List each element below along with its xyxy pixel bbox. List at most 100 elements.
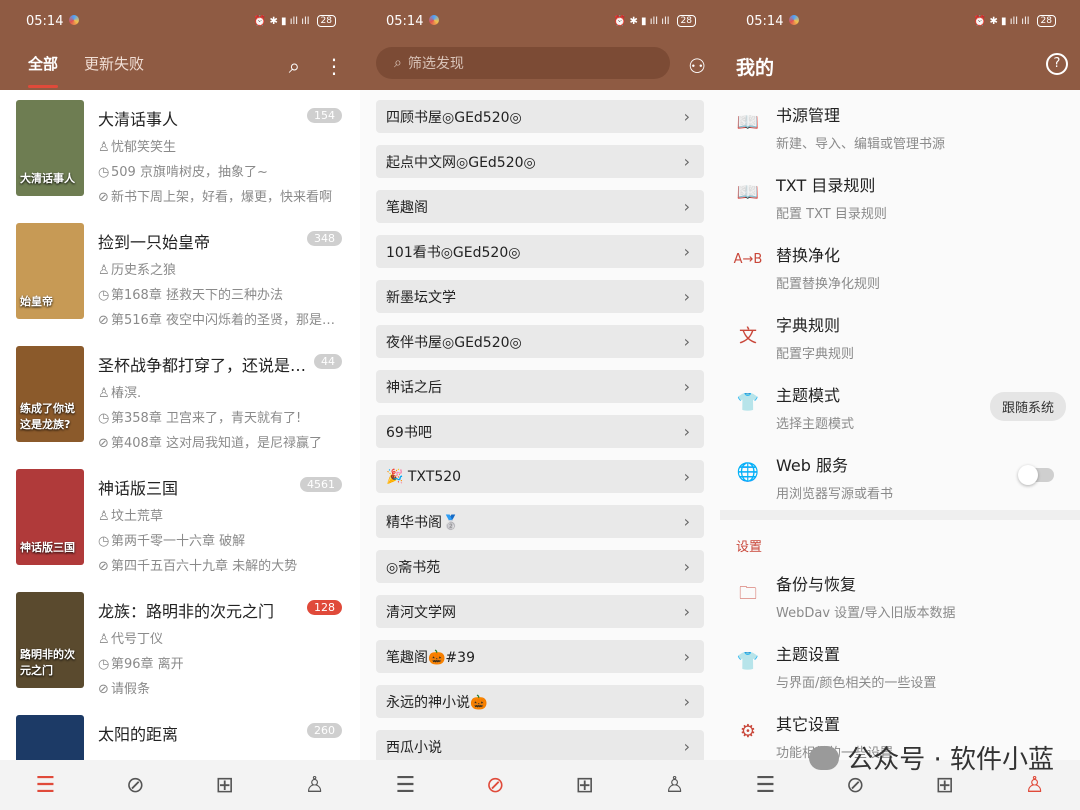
book-item[interactable]: 练成了你说这是龙族? 圣杯战争都打穿了，还说是… 44 ♙椿溟. ◷ 第358章 … — [0, 346, 360, 469]
profile-nav-icon[interactable]: ♙ — [305, 773, 325, 798]
chevron-right-icon: › — [683, 737, 690, 756]
web-service-toggle[interactable] — [1018, 465, 1054, 485]
compass-icon: ⊘ — [98, 313, 109, 328]
menu-item-theme-settings[interactable]: 👕 主题设置与界面/颜色相关的一些设置 — [720, 629, 1080, 699]
menu-item-backup[interactable]: 🗀 备份与恢复 WebDav 设置/导入旧版本数据 — [720, 559, 1080, 629]
source-item[interactable]: 笔趣阁🎃#39 › — [376, 640, 704, 673]
menu-item-title: TXT 目录规则 — [776, 176, 876, 195]
help-icon[interactable]: ? — [1046, 53, 1068, 75]
shirt-icon: 👕 — [736, 651, 760, 672]
book-item[interactable]: 路明非的次元之门 龙族：路明非的次元之门 128 ♙代号丁仪 ◷ 第96章 离开 … — [0, 592, 360, 715]
source-item[interactable]: 四顾书屋◎GEd520◎ › — [376, 100, 704, 133]
bookshelf-nav-icon[interactable]: ☰ — [35, 773, 55, 798]
source-item[interactable]: 西瓜小说 › — [376, 730, 704, 760]
menu-item-dict[interactable]: 文 字典规则 配置字典规则 — [720, 300, 1080, 370]
mine-list: 📖 书源管理 新建、导入、编辑或管理书源 📖 TXT 目录规则配置 TXT 目录规… — [720, 90, 1080, 761]
book-latest-chapter: ◷ 第358章 卫宫来了，青天就有了! — [98, 411, 302, 426]
menu-item-title: 字典规则 — [776, 316, 841, 335]
book-title: 神话版三国 — [98, 479, 179, 498]
source-item[interactable]: 神话之后 › — [376, 370, 704, 403]
menu-item-subtitle: 配置 TXT 目录规则 — [776, 207, 887, 222]
unread-badge: 128 — [307, 600, 342, 615]
tab-all[interactable]: 全部 — [28, 53, 59, 88]
rss-nav-icon[interactable]: ⊞ — [215, 773, 233, 798]
chevron-right-icon: › — [683, 692, 690, 711]
source-item[interactable]: 101看书◎GEd520◎ › — [376, 235, 704, 268]
book-item[interactable]: 神话版三国 神话版三国 4561 ♙坟土荒草 ◷ 第两千零一十六章 破解 ⊘ 第四千… — [0, 469, 360, 592]
book-latest-chapter: ◷ 第168章 拯救天下的三种办法 — [98, 288, 283, 303]
menu-item-subtitle: 与界面/颜色相关的一些设置 — [776, 676, 937, 691]
source-item[interactable]: 🎉 TXT520 › — [376, 460, 704, 493]
bottom-nav: ☰ ⊘ ⊞ ♙ — [360, 760, 720, 810]
discover-nav-icon[interactable]: ⊘ — [846, 773, 864, 798]
search-input[interactable]: ⌕ 筛选发现 — [376, 47, 670, 79]
discover-nav-icon[interactable]: ⊘ — [486, 773, 504, 798]
tab-update-failed[interactable]: 更新失败 — [84, 53, 144, 80]
menu-item-web-service[interactable]: 🌐 Web 服务用浏览器写源或看书 — [720, 440, 1080, 510]
book-title: 龙族：路明非的次元之门 — [98, 602, 275, 621]
menu-item-title: 备份与恢复 — [776, 575, 857, 594]
menu-item-title: Web 服务 — [776, 456, 848, 475]
menu-item-theme-mode[interactable]: 👕 主题模式 选择主题模式 跟随系统 — [720, 370, 1080, 440]
author-icon: ♙ — [98, 140, 110, 155]
unread-badge: 44 — [314, 354, 342, 369]
book-author: ♙历史系之狼 — [98, 263, 177, 278]
discover-nav-icon[interactable]: ⊘ — [126, 773, 144, 798]
menu-item-subtitle: 用浏览器写源或看书 — [776, 487, 894, 502]
search-icon[interactable]: ⌕ — [289, 54, 300, 78]
unread-badge: 260 — [307, 723, 342, 738]
chevron-right-icon: › — [683, 422, 690, 441]
folder-icon: 🗀 — [739, 583, 757, 604]
chevron-right-icon: › — [683, 197, 690, 216]
book-title: 太阳的距离 — [98, 725, 179, 744]
section-header-settings: 设置 — [736, 540, 763, 555]
profile-nav-icon[interactable]: ♙ — [1025, 773, 1045, 798]
source-item[interactable]: 新墨坛文学 › — [376, 280, 704, 313]
app-icon — [69, 14, 80, 25]
bookshelf-nav-icon[interactable]: ☰ — [395, 773, 415, 798]
source-item[interactable]: 精华书阁🥈 › — [376, 505, 704, 538]
source-item[interactable]: 笔趣阁 › — [376, 190, 704, 223]
book-item[interactable]: 始皇帝 捡到一只始皇帝 348 ♙历史系之狼 ◷ 第168章 拯救天下的三种办法 … — [0, 223, 360, 346]
compass-icon: ⊘ — [98, 436, 109, 451]
more-menu-icon[interactable]: ⋮ — [324, 54, 344, 78]
source-item[interactable]: 夜伴书屋◎GEd520◎ › — [376, 325, 704, 358]
book-latest-chapter: ◷ 第96章 离开 — [98, 657, 184, 672]
globe-icon: 🌐 — [736, 462, 760, 483]
menu-item-subtitle: 选择主题模式 — [776, 417, 855, 432]
battery-level: 28 — [676, 15, 696, 27]
battery-level: 28 — [1036, 15, 1056, 27]
cover-title: 始皇帝 — [20, 295, 53, 308]
menu-item-source-manage[interactable]: 📖 书源管理 新建、导入、编辑或管理书源 — [720, 90, 1080, 160]
profile-nav-icon[interactable]: ♙ — [665, 773, 685, 798]
menu-item-txt-rules[interactable]: 📖 TXT 目录规则 配置 TXT 目录规则 — [720, 160, 1080, 230]
book-read-chapter: ⊘ 请假条 — [98, 682, 151, 697]
chevron-right-icon: › — [683, 557, 690, 576]
theme-mode-selector[interactable]: 跟随系统 — [989, 392, 1066, 421]
book-item[interactable]: 大清话事人 大清话事人 154 ♙忧郁笑笑生 ◷ 509 京旗啃树皮，抽象了~ ⊘… — [0, 100, 360, 223]
compass-icon: ⊘ — [98, 190, 109, 205]
book-icon: 📖 — [736, 112, 760, 133]
bookshelf-nav-icon[interactable]: ☰ — [755, 773, 775, 798]
book-title: 大清话事人 — [98, 110, 179, 129]
book-cover: 大清话事人 — [16, 100, 84, 196]
book-cover: 练成了你说这是龙族? — [16, 346, 84, 442]
menu-item-title: 主题设置 — [776, 645, 841, 664]
source-item[interactable]: 永远的神小说🎃 › — [376, 685, 704, 718]
chevron-right-icon: › — [683, 152, 690, 171]
bookshelf-screen: 05:14 ⏰ ✱ ▮ ıll ıll 28 全部 更新失败 ⌕ ⋮ 大清话事人… — [0, 0, 360, 810]
book-read-chapter: ⊘ 新书下周上架，好看，爆更，快来看啊 — [98, 190, 333, 205]
source-item[interactable]: 69书吧 › — [376, 415, 704, 448]
group-icon[interactable]: ⚇ — [688, 54, 706, 78]
source-item[interactable]: ◎斋书苑 › — [376, 550, 704, 583]
app-icon — [789, 14, 800, 25]
unread-badge: 4561 — [300, 477, 342, 492]
menu-item-replace[interactable]: A→B 替换净化 配置替换净化规则 — [720, 230, 1080, 300]
rss-nav-icon[interactable]: ⊞ — [935, 773, 953, 798]
translate-icon: 文 — [739, 326, 757, 347]
rss-nav-icon[interactable]: ⊞ — [575, 773, 593, 798]
source-item[interactable]: 清河文学网 › — [376, 595, 704, 628]
source-item[interactable]: 起点中文网◎GEd520◎ › — [376, 145, 704, 178]
menu-item-subtitle: WebDav 设置/导入旧版本数据 — [776, 606, 956, 621]
compass-icon: ⊘ — [98, 682, 109, 697]
